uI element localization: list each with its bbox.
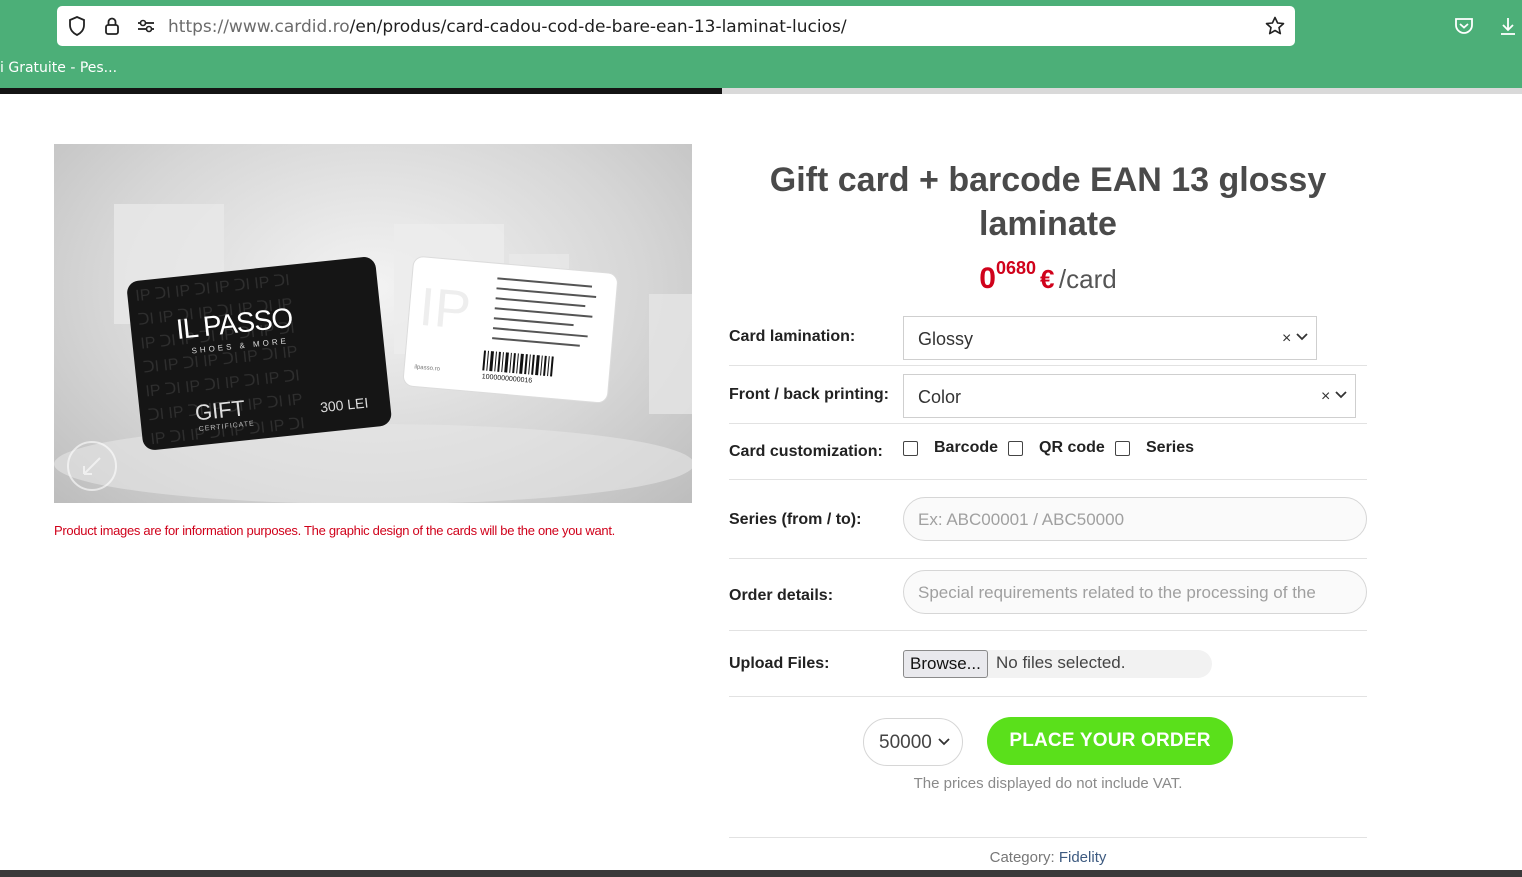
price-integer: 0 [979,262,996,295]
hero-strip [0,88,1522,94]
printing-select[interactable]: Color × [903,374,1356,418]
place-order-button[interactable]: PLACE YOUR ORDER [987,717,1233,765]
printing-label: Front / back printing: [729,386,889,403]
chevron-down-icon[interactable] [1333,387,1349,403]
download-icon[interactable] [1497,15,1519,37]
row-customization: Card customization: Barcode QR code Seri… [729,432,1367,480]
lamination-value: Glossy [918,329,974,349]
customization-label: Card customization: [729,443,883,460]
customization-options: Barcode QR code Series [903,439,1303,461]
lamination-label: Card lamination: [729,328,856,345]
series-input[interactable]: Ex: ABC00001 / ABC50000 [903,497,1367,541]
details-placeholder: Special requirements related to the proc… [918,583,1316,602]
chevron-down-icon [938,738,950,746]
lamination-select[interactable]: Glossy × [903,316,1317,360]
series-label: Series (from / to): [729,511,862,528]
price-unit: /card [1058,264,1117,294]
product-image[interactable]: IP 1000000000016 ilpasso.ro IP ᑐI IP ᑐI … [54,144,692,503]
printing-value: Color [918,387,962,407]
row-details: Order details: Special requirements rela… [729,559,1367,631]
qr-code-option-label[interactable]: QR code [1039,439,1105,457]
clear-icon[interactable]: × [1282,330,1291,348]
quantity-select[interactable]: 50000 [863,718,963,766]
upload-label: Upload Files: [729,655,830,672]
vat-note: The prices displayed do not include VAT. [913,775,1183,792]
product-title: Gift card + barcode EAN 13 glossy lamina… [769,161,1327,243]
pocket-icon[interactable] [1453,15,1475,37]
row-upload: Upload Files: Browse... No files selecte… [729,631,1367,697]
details-label: Order details: [729,587,834,604]
site-permissions-icon[interactable] [136,16,156,36]
clear-icon[interactable]: × [1321,388,1330,406]
divider [729,837,1367,838]
barcode-option-label[interactable]: Barcode [934,439,998,457]
series-option-label[interactable]: Series [1146,439,1194,457]
price-decimal: 0680 [995,258,1036,278]
bookmark-item[interactable]: i Gratuite - Pes... [0,60,117,76]
page-bottom-bar [0,870,1522,877]
row-series: Series (from / to): Ex: ABC00001 / ABC50… [729,480,1367,559]
bookmark-star-icon[interactable] [1265,16,1285,36]
row-lamination: Card lamination: Glossy × [729,316,1367,366]
shield-icon[interactable] [67,16,87,36]
price-currency: € [1040,264,1055,294]
card-gift: GIFT [194,395,246,425]
details-textarea[interactable]: Special requirements related to the proc… [903,570,1367,614]
browse-button[interactable]: Browse... [903,650,988,678]
series-checkbox[interactable] [1115,441,1130,456]
url-host: https://www.cardid.ro [168,17,350,37]
quantity-value: 50000 [879,732,932,753]
browser-toolbar: https://www.cardid.ro/en/produs/card-cad… [0,0,1522,88]
product-category: Category: Fidelity [728,849,1368,866]
series-placeholder: Ex: ABC00001 / ABC50000 [918,510,1125,529]
category-label: Category: [989,849,1055,866]
row-printing: Front / back printing: Color × [729,374,1367,424]
url-text[interactable]: https://www.cardid.ro/en/produs/card-cad… [168,17,847,37]
barcode-checkbox[interactable] [903,441,918,456]
qr-code-checkbox[interactable] [1008,441,1023,456]
upload-status: No files selected. [996,653,1126,672]
svg-text:IP: IP [417,277,473,341]
file-upload[interactable]: Browse... No files selected. [903,650,1212,678]
chevron-down-icon[interactable] [1294,329,1310,345]
category-link[interactable]: Fidelity [1059,849,1107,866]
url-path: /en/produs/card-cadou-cod-de-bare-ean-13… [349,17,847,37]
product-price: 00680 € /card [728,258,1368,296]
lock-icon[interactable] [102,16,122,36]
address-bar[interactable]: https://www.cardid.ro/en/produs/card-cad… [57,6,1295,46]
image-disclaimer: Product images are for information purpo… [54,523,615,538]
